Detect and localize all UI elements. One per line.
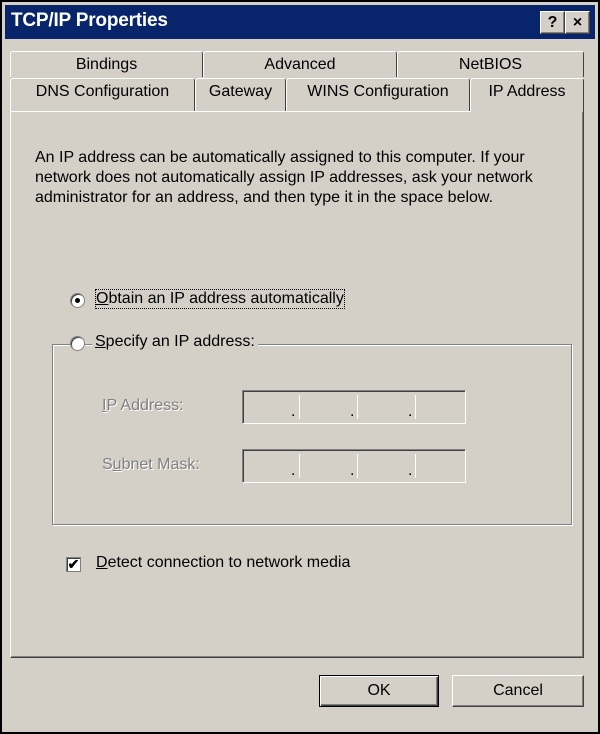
tab-dns-configuration[interactable]: DNS Configuration xyxy=(10,78,195,111)
tab-ip-address[interactable]: IP Address xyxy=(470,78,584,112)
octet-separator: . xyxy=(291,403,296,420)
ok-button[interactable]: OK xyxy=(319,675,439,707)
ip-address-input[interactable]: . . . xyxy=(242,390,466,424)
radio-selected-dot xyxy=(75,298,80,303)
specify-ip-text: pecify an IP address: xyxy=(105,333,255,350)
cancel-button[interactable]: Cancel xyxy=(452,675,584,707)
ip-address-label: IP Address: xyxy=(102,397,184,414)
detect-connection-label[interactable]: Detect connection to network media xyxy=(96,554,351,572)
obtain-ip-auto-radio[interactable] xyxy=(70,293,85,308)
detect-text: etect connection to network media xyxy=(107,554,351,571)
tab-gateway[interactable]: Gateway xyxy=(195,78,286,111)
checkmark-icon: ✔ xyxy=(67,556,80,572)
obtain-ip-auto-label[interactable]: Obtain an IP address automatically xyxy=(95,289,345,309)
octet-separator: . xyxy=(350,403,355,420)
obtain-ip-auto-text: btain an IP address automatically xyxy=(108,290,344,307)
tab-netbios[interactable]: NetBIOS xyxy=(397,51,584,77)
tab-wins-configuration[interactable]: WINS Configuration xyxy=(286,78,470,111)
specify-ip-mnemonic: S xyxy=(95,333,106,350)
octet-separator: . xyxy=(408,403,413,420)
subnet-mask-input[interactable]: . . . xyxy=(242,449,466,483)
close-button[interactable]: × xyxy=(565,11,590,34)
window-title: TCP/IP Properties xyxy=(11,10,168,31)
octet-separator: . xyxy=(291,462,296,479)
obtain-ip-auto-mnemonic: O xyxy=(96,290,109,307)
title-bar: TCP/IP Properties ? × xyxy=(5,5,595,39)
tab-advanced[interactable]: Advanced xyxy=(203,51,397,77)
specify-ip-radio[interactable] xyxy=(70,336,85,351)
specify-ip-label[interactable]: Specify an IP address: xyxy=(92,333,258,351)
specify-ip-groupbox xyxy=(52,344,572,525)
detect-mnemonic: D xyxy=(96,554,108,571)
subnet-mask-label: Subnet Mask: xyxy=(102,456,200,473)
octet-separator: . xyxy=(350,462,355,479)
help-button[interactable]: ? xyxy=(540,11,565,34)
detect-connection-checkbox[interactable]: ✔ xyxy=(66,557,81,572)
tab-bindings[interactable]: Bindings xyxy=(10,51,203,77)
octet-separator: . xyxy=(408,462,413,479)
description-text: An IP address can be automatically assig… xyxy=(35,149,533,206)
